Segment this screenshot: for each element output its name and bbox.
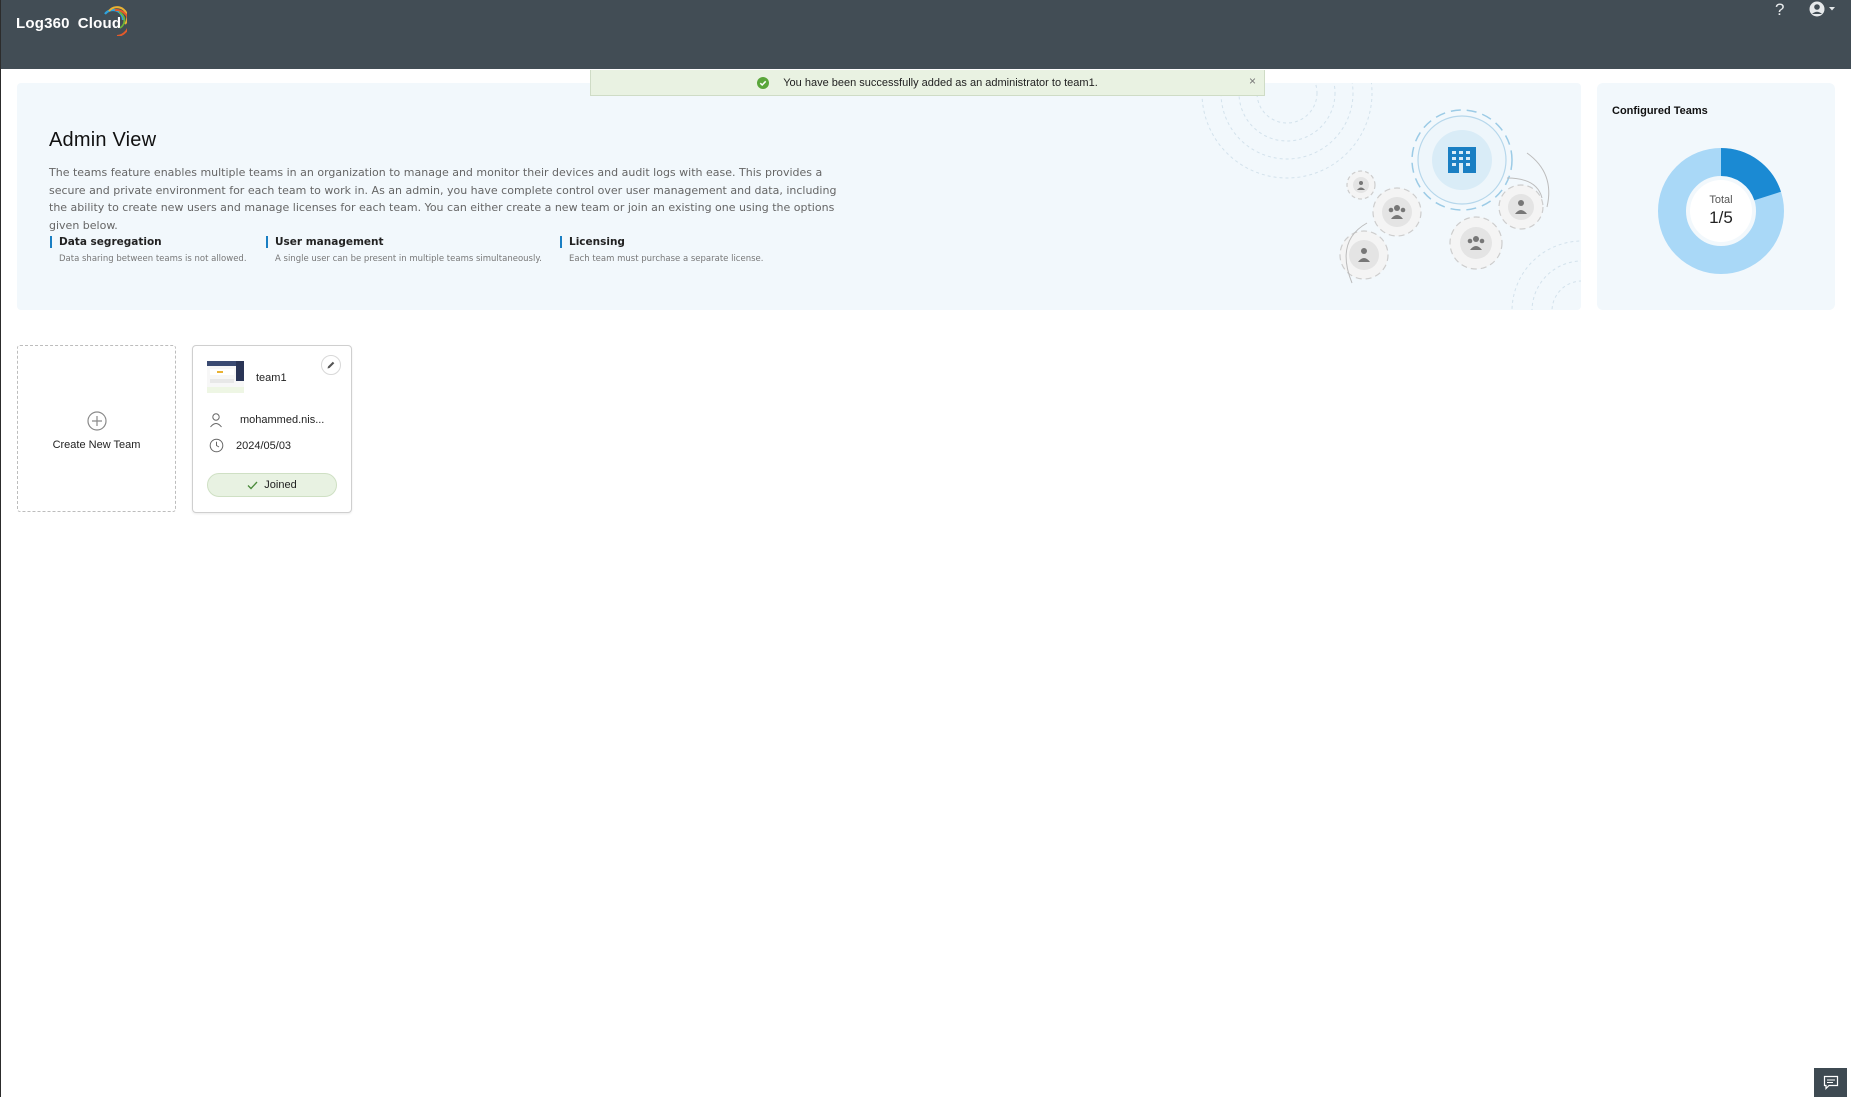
feature-detail: Each team must purchase a separate licen… <box>569 254 764 264</box>
team-created-date: 2024/05/03 <box>236 439 292 452</box>
feature-data-segregation: Data segregation Data sharing between te… <box>50 236 247 264</box>
team-name: team1 <box>256 372 287 384</box>
success-check-icon <box>757 76 770 89</box>
configured-teams-title: Configured Teams <box>1612 105 1708 117</box>
joined-label: Joined <box>264 479 297 491</box>
teams-gears-illustration <box>1201 83 1581 310</box>
add-circle-icon <box>86 410 107 431</box>
feature-title: Licensing <box>560 236 763 248</box>
create-new-team-label: Create New Team <box>52 438 141 451</box>
joined-status-button[interactable]: Joined <box>207 473 337 497</box>
toast-message: You have been successfully added as an a… <box>783 76 1098 89</box>
team-owner-row: mohammed.nis... <box>208 412 324 428</box>
team-date-row: 2024/05/03 <box>208 438 291 453</box>
success-toast: You have been successfully added as an a… <box>590 70 1265 96</box>
close-icon[interactable]: × <box>1249 74 1256 88</box>
page-title: Admin View <box>49 129 157 151</box>
check-icon <box>247 481 258 489</box>
user-icon <box>208 412 224 428</box>
team-card[interactable]: team1 mohammed.nis... 2024/05/03 Joined <box>192 345 352 513</box>
app-name: Log360 <box>16 15 70 32</box>
donut-total-label: Total <box>1709 194 1733 206</box>
chat-button[interactable] <box>1814 1068 1847 1097</box>
configured-teams-card: Configured Teams Total 1/5 <box>1597 83 1835 310</box>
feature-detail: A single user can be present in multiple… <box>275 254 542 264</box>
feature-detail: Data sharing between teams is not allowe… <box>59 254 247 264</box>
app-logo[interactable]: Log360 Cloud <box>16 6 127 36</box>
caret-down-icon <box>1829 7 1835 11</box>
team-owner: mohammed.nis... <box>240 414 325 426</box>
pencil-icon <box>327 361 335 369</box>
feature-title: User management <box>266 236 542 248</box>
help-icon[interactable]: ? <box>1775 0 1784 20</box>
logo-arc-icon <box>104 6 127 36</box>
chat-icon <box>1823 1075 1838 1090</box>
edit-team-button[interactable] <box>321 355 341 375</box>
feature-title: Data segregation <box>50 236 247 248</box>
user-avatar-icon <box>1809 1 1825 17</box>
feature-user-management: User management A single user can be pre… <box>266 236 542 264</box>
feature-licensing: Licensing Each team must purchase a sepa… <box>560 236 763 264</box>
top-bar: Log360 Cloud ? <box>1 0 1851 69</box>
team-thumbnail <box>207 361 244 393</box>
clock-icon <box>208 438 224 453</box>
donut-center-label: Total 1/5 <box>1658 148 1784 274</box>
create-new-team-button[interactable]: Create New Team <box>17 345 176 512</box>
admin-view-banner: Admin View The teams feature enables mul… <box>17 83 1581 310</box>
admin-view-description: The teams feature enables multiple teams… <box>49 166 837 232</box>
user-menu-button[interactable] <box>1809 0 1836 18</box>
donut-total-value: 1/5 <box>1709 208 1733 227</box>
